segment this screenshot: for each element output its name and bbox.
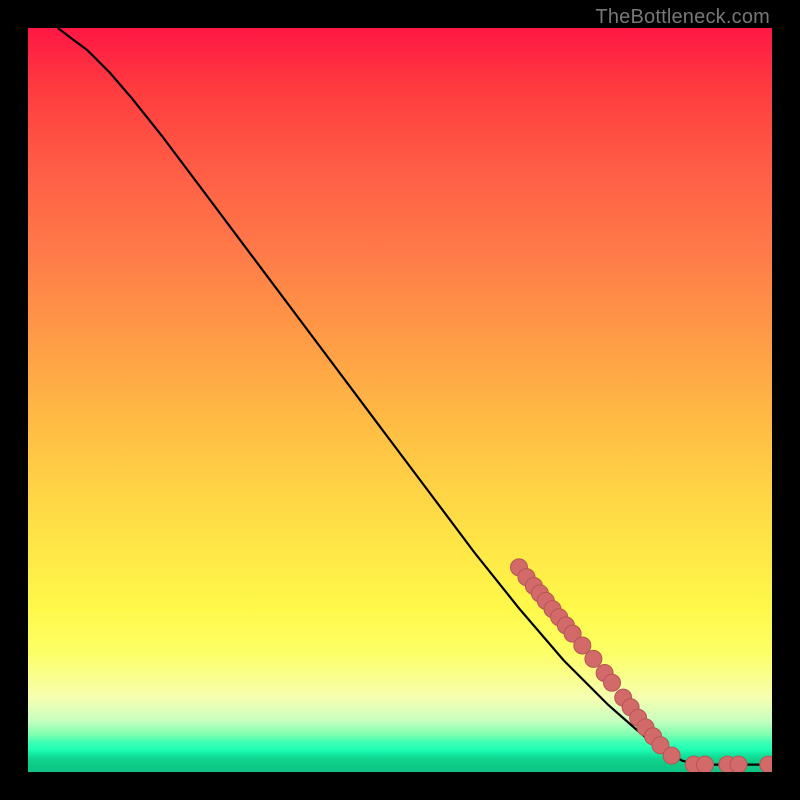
data-marker [697, 756, 714, 772]
data-marker [760, 756, 772, 772]
bottleneck-curve [58, 28, 772, 765]
data-marker [663, 747, 680, 764]
data-marker [585, 650, 602, 667]
data-markers [511, 559, 773, 772]
plot-overlay [28, 28, 772, 772]
chart-frame: TheBottleneck.com [0, 0, 800, 800]
watermark-text: TheBottleneck.com [595, 6, 770, 29]
data-marker [730, 756, 747, 772]
plot-area [28, 28, 772, 772]
data-marker [574, 637, 591, 654]
data-marker [604, 674, 621, 691]
